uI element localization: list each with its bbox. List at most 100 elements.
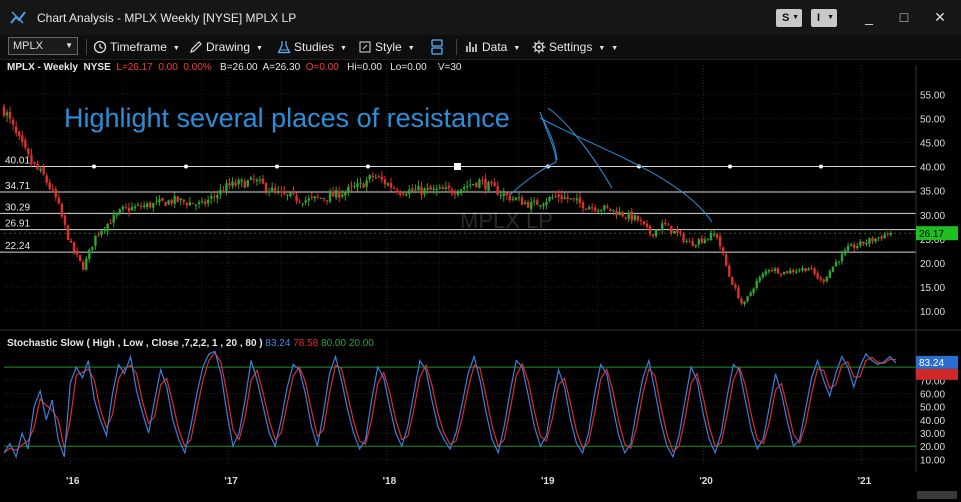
candle-body — [548, 197, 551, 201]
studies-menu[interactable]: Studies ▼ — [277, 39, 347, 55]
candle-body — [502, 193, 505, 197]
candle-body — [563, 197, 566, 199]
candle-body — [782, 271, 786, 275]
candle-body — [423, 188, 426, 195]
candle-body — [459, 189, 463, 194]
candle-body — [392, 187, 396, 189]
candle-body — [572, 198, 576, 200]
annotation-text[interactable]: Highlight several places of resistance — [64, 103, 510, 133]
candle-body — [685, 240, 688, 242]
candle-body — [231, 181, 234, 187]
candle-body — [752, 288, 755, 294]
i-menu-button[interactable]: I ▼ — [811, 9, 837, 27]
symbol-input[interactable]: MPLX ▼ — [8, 37, 78, 55]
candle-body — [213, 196, 216, 198]
minimize-button[interactable]: _ — [859, 8, 879, 26]
candle-body — [48, 182, 51, 189]
stoch-k-box-label: 83.24 — [919, 358, 944, 369]
candle-body — [42, 166, 45, 175]
candle-body — [398, 191, 402, 195]
candle-body — [856, 246, 859, 248]
candle-body — [106, 223, 109, 232]
candle-body — [831, 266, 835, 272]
s-menu-button[interactable]: S ▼ — [776, 9, 802, 27]
candle-body — [11, 119, 15, 125]
candle-body — [234, 182, 237, 186]
annotation-arrows[interactable] — [509, 107, 713, 223]
stochastic-lines — [3, 350, 916, 459]
candle-body — [191, 203, 195, 205]
candle-body — [432, 188, 435, 190]
candle-body — [630, 211, 633, 221]
price-candles — [2, 103, 892, 307]
candle-body — [39, 168, 42, 171]
candle-body — [280, 191, 283, 193]
candle-body — [575, 198, 579, 201]
candle-body — [657, 229, 661, 231]
candle-body — [542, 204, 545, 207]
candle-body — [770, 269, 774, 271]
candle-body — [843, 250, 847, 255]
scrollbar-thumb[interactable] — [917, 491, 957, 499]
close-button[interactable]: ✕ — [930, 8, 950, 26]
drawing-menu[interactable]: Drawing ▼ — [189, 39, 263, 55]
timeframe-menu[interactable]: Timeframe ▼ — [93, 39, 180, 55]
stoch-d-box — [916, 368, 958, 380]
annotation-arrow — [509, 111, 557, 196]
candle-body — [365, 180, 368, 187]
style-menu[interactable]: Style ▼ — [358, 39, 415, 55]
candle-body — [167, 200, 170, 205]
candle-body — [136, 204, 140, 206]
candle-body — [33, 162, 36, 164]
candle-body — [661, 223, 664, 230]
settings-menu[interactable]: Settings ▼ ▼ — [532, 39, 618, 55]
candle-body — [179, 198, 182, 201]
resistance-label: 30.29 — [5, 202, 30, 213]
candle-body — [883, 234, 886, 239]
layout-button[interactable] — [430, 39, 447, 55]
pencil-icon — [190, 41, 202, 53]
candle-body — [341, 194, 344, 197]
toolbar-divider — [456, 39, 457, 55]
data-menu[interactable]: Data ▼ — [465, 39, 520, 55]
resistance-label: 22.24 — [5, 241, 30, 252]
candle-body — [152, 202, 155, 208]
candle-body — [347, 186, 350, 192]
resistance-label: 40.01 — [5, 156, 30, 167]
candle-body — [612, 209, 615, 211]
candle-body — [825, 276, 828, 282]
candle-body — [639, 220, 643, 222]
candle-body — [664, 222, 667, 225]
drawing-label: Drawing — [206, 40, 251, 54]
line-handle — [275, 164, 279, 169]
candle-body — [862, 241, 865, 245]
candle-body — [603, 205, 606, 210]
candle-body — [380, 176, 384, 180]
chart-area[interactable]: MPLX LP 40.0134.7130.2926.9122.24 Highli… — [0, 60, 961, 502]
candle-body — [536, 200, 539, 206]
candle-body — [328, 192, 332, 202]
candle-body — [718, 236, 722, 247]
candle-body — [441, 187, 445, 190]
maximize-button[interactable]: □ — [894, 8, 914, 26]
candle-body — [721, 247, 725, 254]
time-tick-label: '21 — [858, 476, 872, 487]
candle-body — [258, 179, 262, 181]
last-price-label: 26.17 — [919, 229, 944, 240]
candle-body — [371, 175, 374, 178]
candle-body — [645, 223, 649, 227]
candle-body — [828, 271, 832, 278]
candle-body — [225, 183, 228, 192]
candle-body — [450, 189, 454, 194]
price-tick-label: 30.00 — [920, 211, 945, 222]
candle-body — [289, 193, 292, 197]
candle-body — [252, 179, 256, 181]
candle-body — [715, 233, 719, 238]
candle-body — [773, 268, 777, 271]
resistance-lines[interactable]: 40.01 34.71 30.29 26.91 22.24 — [0, 156, 916, 253]
candle-body — [176, 196, 179, 202]
candle-body — [277, 191, 280, 193]
candle-body — [621, 212, 624, 217]
candle-body — [807, 268, 810, 271]
candle-body — [694, 244, 697, 247]
